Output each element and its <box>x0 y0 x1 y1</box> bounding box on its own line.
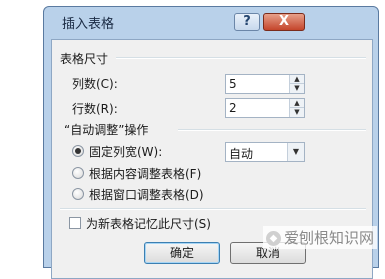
ok-button[interactable]: 确定 <box>144 242 220 264</box>
autofit-window-label[interactable]: 根据窗口调整表格(D) <box>89 186 204 203</box>
group-divider <box>116 57 366 59</box>
help-button[interactable]: ? <box>234 13 260 31</box>
radio-selected-dot <box>75 148 81 154</box>
group-divider <box>178 129 366 131</box>
rows-value: 2 <box>229 101 237 115</box>
spin-up-icon[interactable]: ▲ <box>290 75 304 84</box>
fixed-width-label[interactable]: 固定列宽(W): <box>89 143 162 160</box>
remember-size-checkbox[interactable] <box>69 217 81 229</box>
rows-label: 行数(R): <box>72 102 118 116</box>
fixed-width-value: 自动 <box>229 147 254 161</box>
spin-down-icon[interactable]: ▼ <box>290 84 304 93</box>
fixed-width-dropdown[interactable]: 自动 ▼ <box>225 142 305 162</box>
spinner-arrows: ▲ ▼ <box>289 99 304 117</box>
table-size-heading: 表格尺寸 <box>60 52 109 66</box>
spin-down-icon[interactable]: ▼ <box>290 108 304 117</box>
autofit-content-radio[interactable] <box>72 167 84 179</box>
spin-up-icon[interactable]: ▲ <box>290 99 304 108</box>
columns-spinner[interactable]: 5 ▲ ▼ <box>225 74 305 94</box>
title-bar[interactable]: 插入表格 ? X <box>44 7 378 35</box>
close-button[interactable]: X <box>263 13 305 31</box>
chevron-down-icon[interactable]: ▼ <box>287 143 304 161</box>
fixed-width-radio[interactable] <box>72 145 84 157</box>
rows-spinner[interactable]: 2 ▲ ▼ <box>225 98 305 118</box>
columns-label: 列数(C): <box>72 77 118 91</box>
spinner-arrows: ▲ ▼ <box>289 75 304 93</box>
autofit-window-radio[interactable] <box>72 188 84 200</box>
separator <box>60 208 366 210</box>
autofit-heading: “自动调整”操作 <box>64 123 149 137</box>
autofit-content-label[interactable]: 根据内容调整表格(F) <box>89 165 201 182</box>
watermark: ◆ 爱刨根知识网 <box>262 226 377 249</box>
remember-size-label[interactable]: 为新表格记忆此尺寸(S) <box>86 215 211 232</box>
dialog-title: 插入表格 <box>62 17 115 32</box>
watermark-text: 爱刨根知识网 <box>283 229 374 247</box>
columns-value: 5 <box>229 77 237 91</box>
watermark-logo-icon: ◆ <box>265 231 281 246</box>
